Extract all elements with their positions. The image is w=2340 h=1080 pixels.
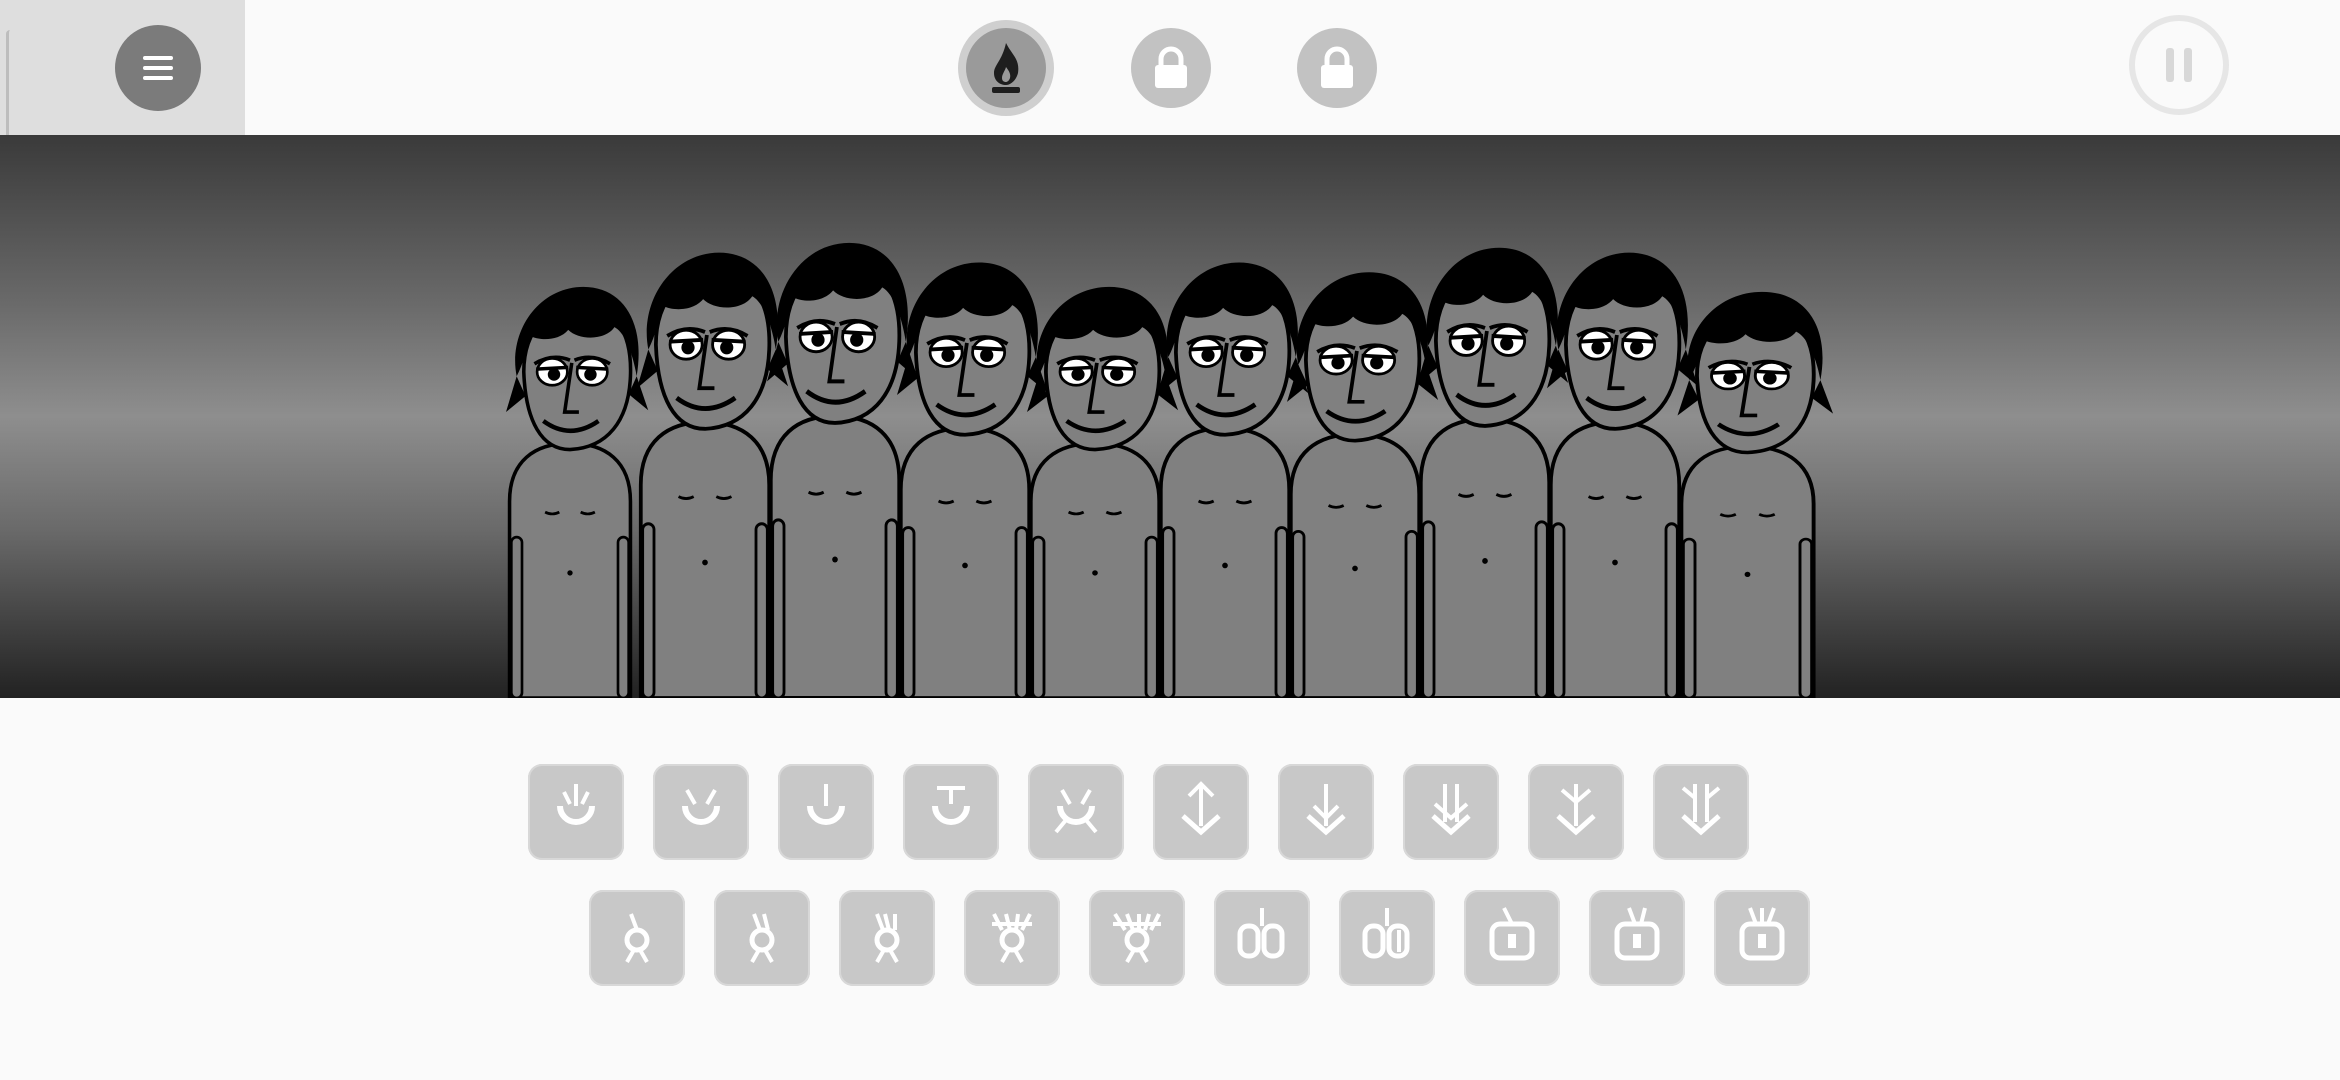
effect-icon xyxy=(1306,784,1346,836)
sound-voice-4[interactable] xyxy=(1589,890,1685,986)
sound-voice-5[interactable] xyxy=(1714,890,1810,986)
sound-beat-1[interactable] xyxy=(528,764,624,860)
menu-panel xyxy=(0,0,245,170)
sound-effect-5[interactable] xyxy=(1653,764,1749,860)
sound-melody-5[interactable] xyxy=(1089,890,1185,986)
melody-icon xyxy=(624,913,650,963)
menu-icon xyxy=(143,56,173,80)
performer-stage xyxy=(0,135,2340,698)
mode-button-flame[interactable] xyxy=(958,20,1054,116)
sound-row-melodies-voices xyxy=(0,890,2340,990)
sound-effect-1[interactable] xyxy=(1153,764,1249,860)
sound-effect-2[interactable] xyxy=(1278,764,1374,860)
effect-icon xyxy=(1681,784,1721,836)
sound-voice-3[interactable] xyxy=(1464,890,1560,986)
voice-icon xyxy=(1489,907,1535,961)
sound-palette xyxy=(0,698,2340,1080)
beat-icon xyxy=(932,786,970,825)
locked-mode-button-2[interactable] xyxy=(1297,28,1377,108)
voice-icon xyxy=(1362,908,1410,959)
voice-icon xyxy=(1614,907,1660,961)
top-bar xyxy=(0,0,2340,170)
sound-row-beats-effects xyxy=(0,764,2340,864)
menu-button[interactable] xyxy=(115,25,201,111)
effect-icon xyxy=(1431,784,1471,836)
performer-10[interactable] xyxy=(1660,283,1835,698)
sound-melody-2[interactable] xyxy=(714,890,810,986)
locked-mode-button-1[interactable] xyxy=(1131,28,1211,108)
beat-icon xyxy=(1054,789,1098,834)
sound-voice-1[interactable] xyxy=(1214,890,1310,986)
melody-icon xyxy=(749,913,775,963)
melody-icon xyxy=(874,913,900,963)
sound-beat-5[interactable] xyxy=(1028,764,1124,860)
pause-icon xyxy=(2161,48,2197,82)
voice-icon xyxy=(1237,908,1285,959)
flame-icon xyxy=(992,43,1020,93)
beat-icon xyxy=(682,789,720,825)
effect-icon xyxy=(1181,781,1221,836)
beat-icon xyxy=(557,784,595,825)
sound-beat-4[interactable] xyxy=(903,764,999,860)
sound-effect-3[interactable] xyxy=(1403,764,1499,860)
sound-voice-2[interactable] xyxy=(1339,890,1435,986)
lock-icon xyxy=(1155,46,1187,88)
sound-beat-2[interactable] xyxy=(653,764,749,860)
voice-icon xyxy=(1739,907,1785,961)
sound-beat-3[interactable] xyxy=(778,764,874,860)
sound-melody-3[interactable] xyxy=(839,890,935,986)
sound-melody-4[interactable] xyxy=(964,890,1060,986)
melody-icon xyxy=(1113,912,1161,963)
effect-icon xyxy=(1556,784,1596,836)
beat-icon xyxy=(807,784,845,825)
sound-melody-1[interactable] xyxy=(589,890,685,986)
pause-button[interactable] xyxy=(2129,15,2229,115)
melody-icon xyxy=(992,913,1032,963)
lock-icon xyxy=(1321,46,1353,88)
sound-effect-4[interactable] xyxy=(1528,764,1624,860)
